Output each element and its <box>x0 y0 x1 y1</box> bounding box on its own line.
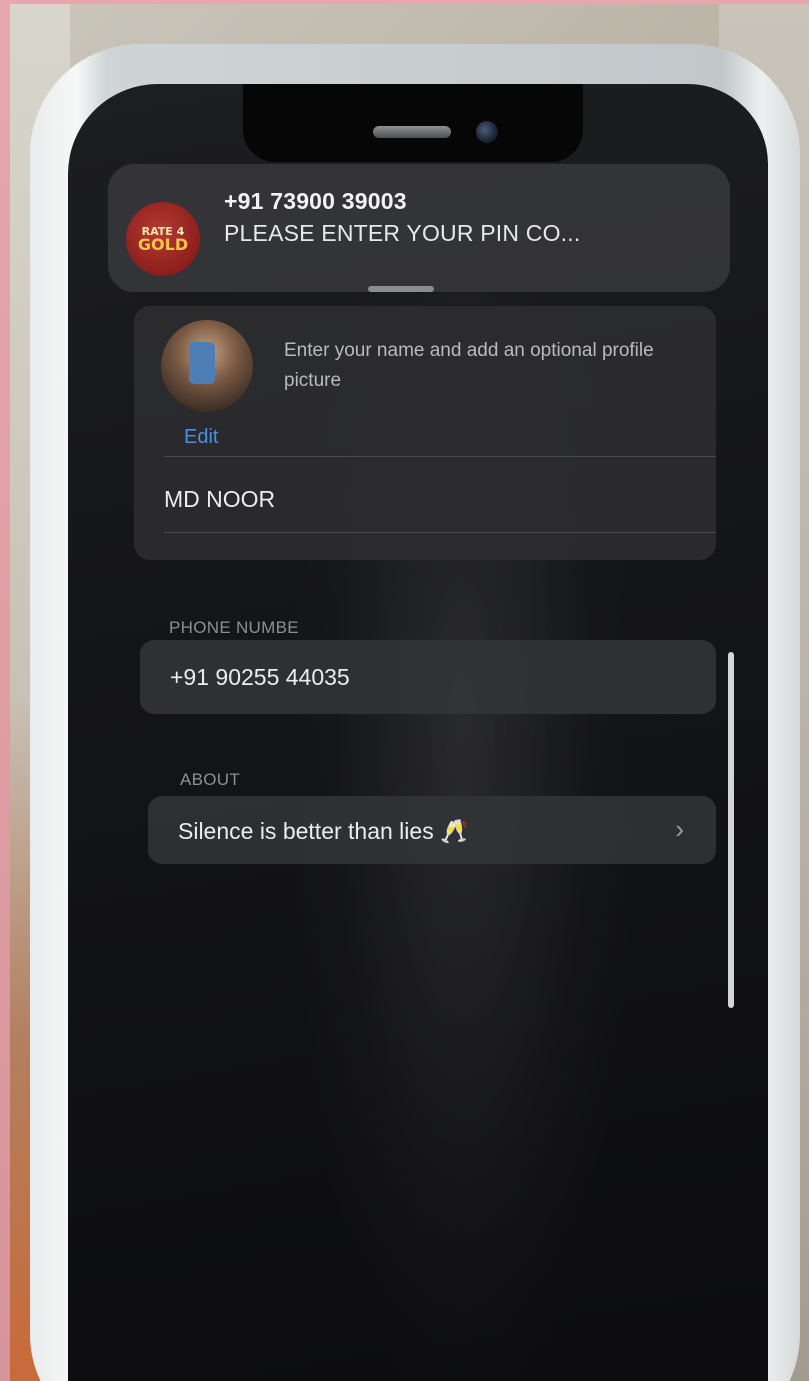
avatar-phone-icon <box>189 342 215 384</box>
front-camera <box>476 121 498 143</box>
phone-screen: RATE 4 GOLD +91 73900 39003 PLEASE ENTER… <box>68 84 768 1381</box>
notification-avatar: RATE 4 GOLD <box>126 202 200 276</box>
scroll-indicator[interactable] <box>728 652 734 1008</box>
phone-number-value: +91 90255 44035 <box>170 664 350 690</box>
profile-hint-text: Enter your name and add an optional prof… <box>284 340 654 391</box>
about-row[interactable]: Silence is better than lies 🥂 › <box>148 796 716 864</box>
notification-body: PLEASE ENTER YOUR PIN CO... <box>224 220 581 246</box>
phone-notch <box>243 84 583 162</box>
notification-banner[interactable]: RATE 4 GOLD +91 73900 39003 PLEASE ENTER… <box>108 164 730 292</box>
profile-card: Edit Enter your name and add an optional… <box>134 306 716 560</box>
chevron-right-icon: › <box>675 814 684 844</box>
photo-background: RATE 4 GOLD +91 73900 39003 PLEASE ENTER… <box>10 4 809 1381</box>
phone-number-label: PHONE NUMBE <box>169 618 299 637</box>
edit-photo-button[interactable]: Edit <box>184 426 218 449</box>
about-label: ABOUT <box>180 770 241 789</box>
about-value: Silence is better than lies 🥂 <box>178 818 469 844</box>
profile-avatar[interactable] <box>161 320 253 412</box>
phone-number-row: +91 90255 44035 <box>140 640 716 714</box>
sheet-grabber[interactable] <box>368 286 434 292</box>
name-field[interactable]: MD NOOR <box>164 486 275 513</box>
avatar-logo-line2: GOLD <box>137 234 189 254</box>
divider <box>164 532 716 533</box>
notification-title: +91 73900 39003 <box>224 188 407 214</box>
earpiece-speaker <box>373 126 451 138</box>
divider <box>164 456 716 457</box>
